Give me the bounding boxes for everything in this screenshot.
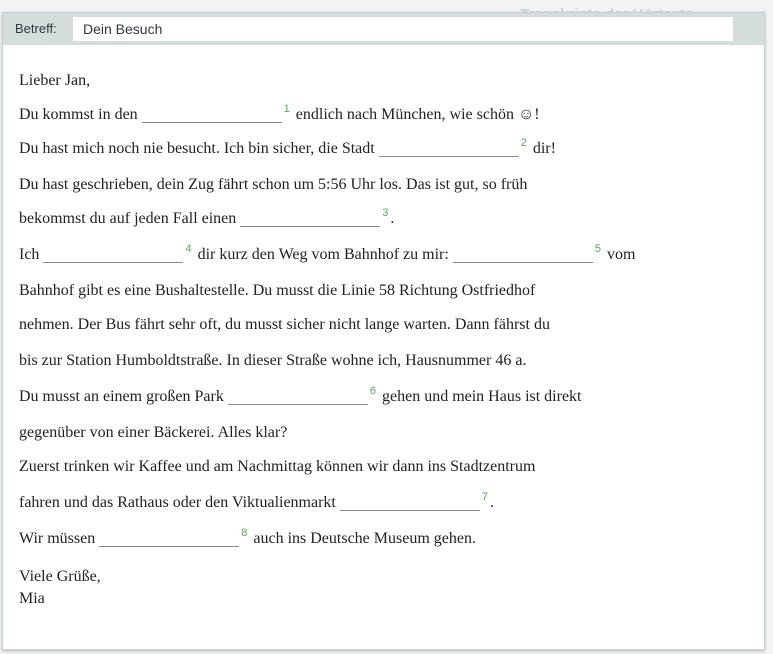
text-line-6: Bahnhof gibt es eine Bushaltestelle. Du … bbox=[19, 282, 536, 299]
text-line-3: Du hast geschrieben, dein Zug fährt scho… bbox=[19, 176, 528, 193]
text-line-13: Wir müssen 8 auch ins Deutsche Museum geh… bbox=[19, 527, 476, 547]
text-line-2: Du hast mich noch nie besucht. Ich bin s… bbox=[19, 137, 556, 157]
closing: Viele Grüße, bbox=[19, 568, 101, 585]
gap-number-7: 7 bbox=[481, 491, 488, 503]
gap-number-4: 4 bbox=[185, 243, 192, 255]
subject-value: Dein Besuch bbox=[83, 21, 163, 37]
gap-number-2: 2 bbox=[520, 137, 527, 149]
gap-3-blank[interactable] bbox=[240, 210, 381, 227]
gap-4-blank[interactable] bbox=[43, 246, 184, 263]
text-line-8: bis zur Station Humboldtstraße. In diese… bbox=[19, 352, 527, 369]
gap-6-blank[interactable] bbox=[227, 388, 368, 405]
signature: Mia bbox=[19, 590, 45, 607]
letter-card: Betreff: Dein Besuch Lieber Jan, Du komm… bbox=[2, 12, 765, 650]
gap-8-blank[interactable] bbox=[99, 530, 240, 547]
gap-number-3: 3 bbox=[382, 207, 389, 219]
subject-bar: Betreff: Dein Besuch bbox=[3, 13, 764, 45]
gap-number-8: 8 bbox=[241, 527, 248, 539]
text-line-4: bekommst du auf jeden Fall einen 3. bbox=[19, 207, 395, 227]
text-line-5: Ich 4 dir kurz den Weg vom Bahnhof zu mir… bbox=[19, 243, 636, 263]
text-line-7: nehmen. Der Bus fährt sehr oft, du musst… bbox=[19, 316, 550, 333]
subject-label: Betreff: bbox=[15, 21, 57, 36]
subject-field[interactable]: Dein Besuch bbox=[73, 17, 733, 41]
gap-7-blank[interactable] bbox=[339, 494, 480, 511]
greeting: Lieber Jan, bbox=[19, 72, 91, 89]
text-line-11: Zuerst trinken wir Kaffee und am Nachmit… bbox=[19, 458, 536, 475]
text-line-12: fahren und das Rathaus oder den Viktuali… bbox=[19, 491, 494, 511]
gap-number-1: 1 bbox=[283, 103, 290, 115]
text-line-1: Du kommst in den 1 endlich nach München, … bbox=[19, 103, 540, 123]
gap-number-6: 6 bbox=[369, 385, 376, 397]
gap-2-blank[interactable] bbox=[378, 140, 519, 157]
text-line-9: Du musst an einem großen Park 6 gehen und… bbox=[19, 385, 582, 405]
gap-1-blank[interactable] bbox=[141, 106, 282, 123]
gap-number-5: 5 bbox=[594, 243, 601, 255]
text-line-10: gegenüber von einer Bäckerei. Alles klar… bbox=[19, 424, 288, 441]
gap-5-blank[interactable] bbox=[452, 246, 593, 263]
